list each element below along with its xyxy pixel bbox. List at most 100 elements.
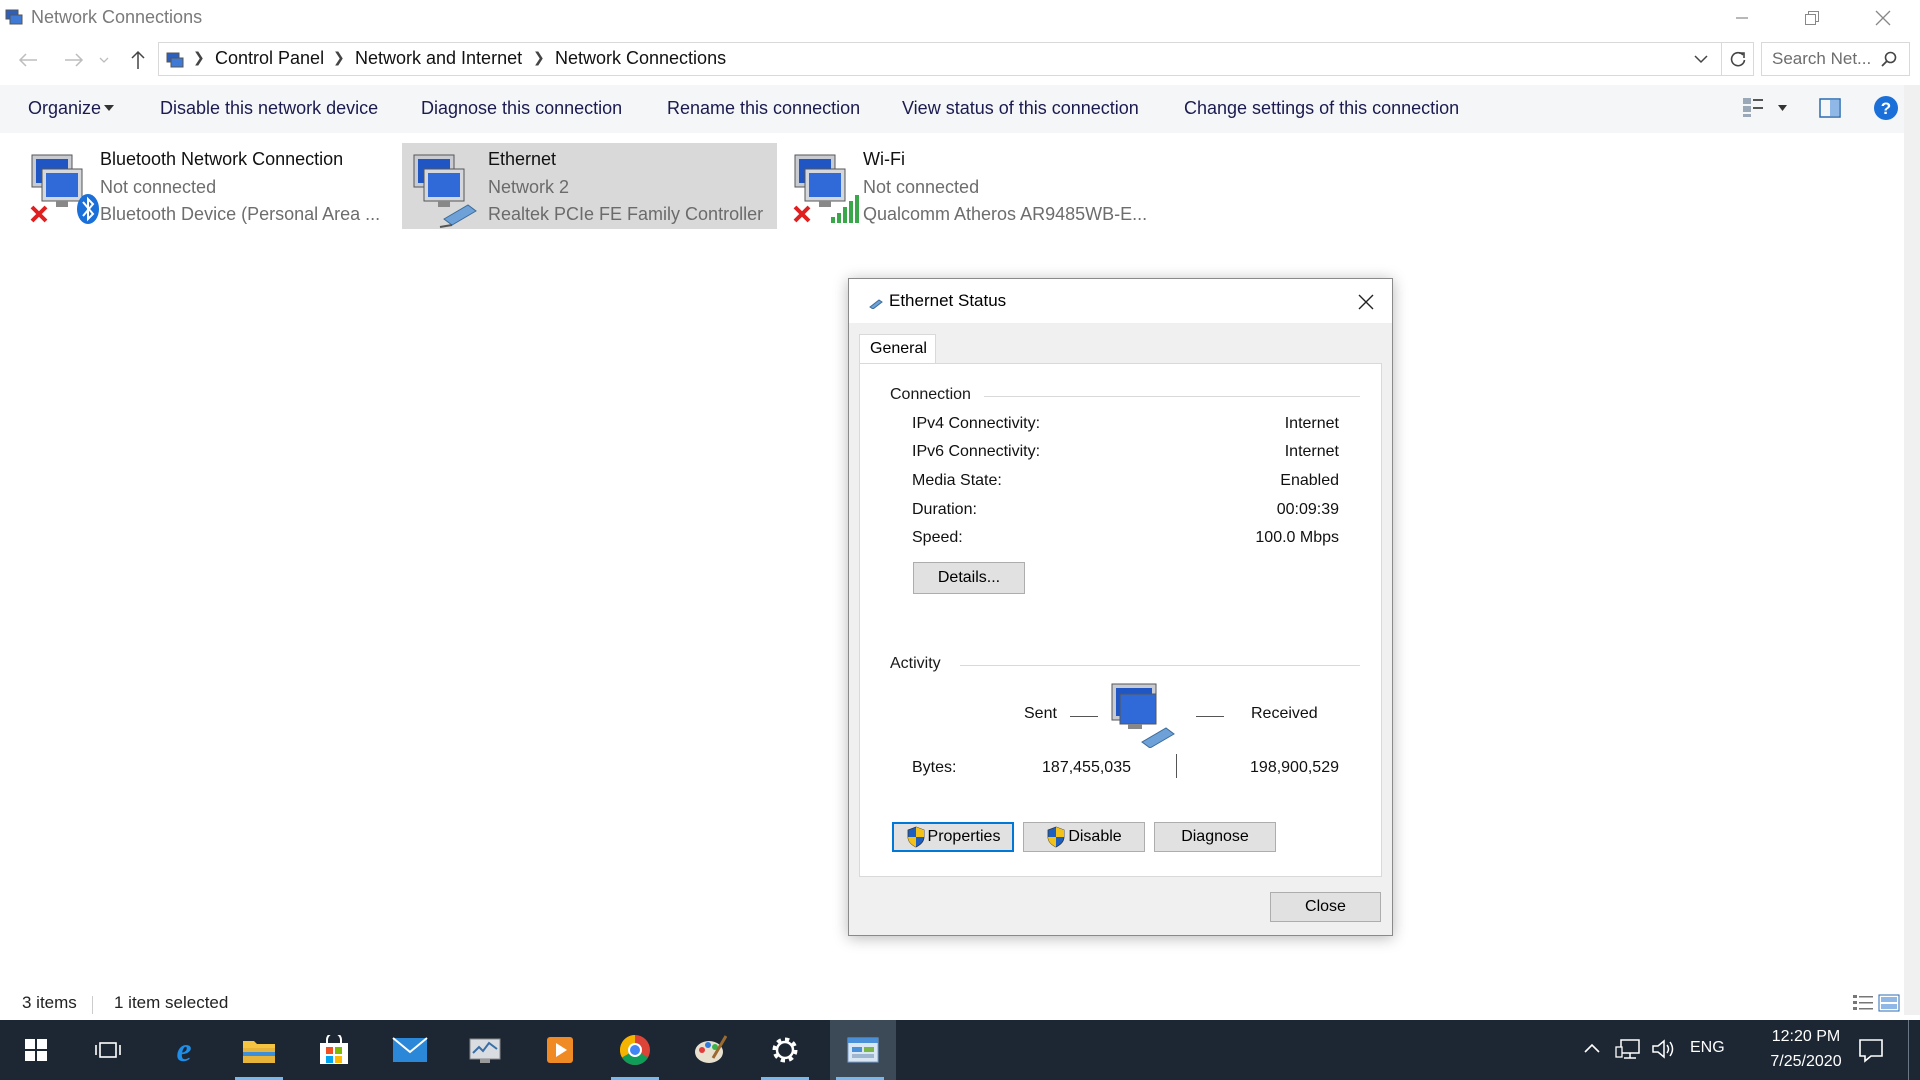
caret-down-icon[interactable]	[104, 105, 114, 111]
taskbar-control-panel[interactable]	[830, 1020, 896, 1080]
clock-time[interactable]: 12:20 PM	[1748, 1028, 1864, 1046]
connection-item-wifi[interactable]: Wi-Fi Not connected Qualcomm Atheros AR9…	[783, 143, 1158, 229]
connection-item-ethernet[interactable]: Ethernet Network 2 Realtek PCIe FE Famil…	[402, 143, 777, 229]
close-icon	[1875, 10, 1891, 26]
close-window-button[interactable]	[1848, 0, 1918, 36]
refresh-button[interactable]	[1722, 42, 1754, 76]
disable-device-button[interactable]: Disable this network device	[160, 98, 378, 119]
taskbar-file-explorer[interactable]	[229, 1020, 289, 1080]
task-view-button[interactable]	[78, 1020, 138, 1080]
caret-down-icon[interactable]	[1778, 105, 1787, 111]
refresh-icon	[1730, 51, 1745, 67]
control-panel-icon	[847, 1037, 879, 1063]
connection-name: Ethernet	[488, 149, 557, 169]
network-status-icon[interactable]	[1615, 1038, 1641, 1060]
close-button[interactable]: Close	[1270, 892, 1381, 922]
search-box[interactable]: Search Net...	[1761, 42, 1910, 76]
diagnose-connection-button[interactable]: Diagnose this connection	[421, 98, 622, 119]
uac-shield-icon	[907, 826, 924, 848]
details-button[interactable]: Details...	[913, 562, 1025, 594]
view-status-button[interactable]: View status of this connection	[902, 98, 1139, 119]
taskbar-mail[interactable]	[380, 1020, 440, 1080]
connection-group-label: Connection	[890, 386, 971, 403]
bytes-divider	[1176, 754, 1177, 778]
sent-line	[1070, 716, 1098, 717]
help-icon[interactable]: ?	[1873, 95, 1899, 121]
taskbar-paint[interactable]	[680, 1020, 740, 1080]
bytes-received-value: 198,900,529	[1250, 759, 1339, 776]
organize-menu[interactable]: Organize	[28, 98, 101, 119]
breadcrumb-network-and-internet[interactable]: Network and Internet	[355, 48, 522, 69]
search-placeholder[interactable]: Search Net...	[1772, 49, 1871, 69]
vertical-scrollbar[interactable]	[1904, 85, 1920, 1015]
svg-text:?: ?	[1881, 99, 1891, 118]
ipv4-label: IPv4 Connectivity:	[912, 415, 1041, 432]
media-state-value: Enabled	[1280, 472, 1339, 489]
taskbar-settings[interactable]	[755, 1020, 815, 1080]
connection-name: Bluetooth Network Connection	[100, 149, 344, 169]
media-player-icon	[547, 1037, 573, 1063]
connection-name: Wi-Fi	[863, 149, 905, 169]
ethernet-cable-icon	[869, 299, 883, 309]
properties-button[interactable]: Properties	[892, 822, 1014, 852]
speed-value: 100.0 Mbps	[1255, 529, 1339, 546]
connection-device: Bluetooth Device (Personal Area ...	[100, 204, 381, 224]
back-button[interactable]	[10, 42, 46, 78]
tiles-view-icon[interactable]	[1878, 993, 1900, 1013]
speed-label: Speed:	[912, 529, 963, 546]
breadcrumb-network-connections[interactable]: Network Connections	[555, 48, 726, 69]
diagnose-button[interactable]: Diagnose	[1154, 822, 1276, 852]
taskbar-store[interactable]	[304, 1020, 364, 1080]
search-icon[interactable]	[1880, 50, 1898, 68]
windows-start-icon	[25, 1039, 47, 1061]
disable-button[interactable]: Disable	[1023, 822, 1145, 852]
taskbar-network-monitor[interactable]	[455, 1020, 515, 1080]
dialog-title-bar[interactable]: Ethernet Status	[849, 279, 1392, 323]
item-count: 3 items	[22, 993, 77, 1012]
network-activity-icon	[1111, 683, 1175, 748]
connection-item-bluetooth[interactable]: Bluetooth Network Connection Not connect…	[20, 143, 395, 229]
close-icon	[1358, 294, 1374, 310]
duration-label: Duration:	[912, 501, 977, 518]
minimize-button[interactable]	[1707, 0, 1777, 36]
arrow-up-icon	[131, 50, 145, 69]
rename-connection-button[interactable]: Rename this connection	[667, 98, 860, 119]
recent-locations-button[interactable]	[92, 42, 116, 78]
dialog-close-button[interactable]	[1353, 289, 1379, 315]
breadcrumb-separator-icon[interactable]: ❯	[193, 49, 205, 66]
disable-label: Disable	[1068, 828, 1122, 845]
chevron-down-icon	[99, 57, 109, 63]
address-bar[interactable]: ❯ Control Panel ❯ Network and Internet ❯…	[158, 42, 1722, 76]
tab-general[interactable]: General	[859, 334, 936, 365]
change-settings-button[interactable]: Change settings of this connection	[1184, 98, 1459, 119]
chevron-up-icon[interactable]	[1584, 1042, 1600, 1054]
view-options-icon[interactable]	[1742, 96, 1764, 118]
mail-icon	[392, 1037, 428, 1062]
network-monitor-icon	[469, 1038, 501, 1063]
action-center-icon[interactable]	[1858, 1037, 1884, 1063]
breadcrumb-separator-icon[interactable]: ❯	[533, 49, 545, 66]
taskbar-edge[interactable]: e	[154, 1020, 214, 1080]
taskbar-media-player[interactable]	[530, 1020, 590, 1080]
store-icon	[320, 1035, 348, 1064]
start-button[interactable]	[6, 1020, 66, 1080]
connection-status: Network 2	[488, 177, 570, 197]
input-language-indicator[interactable]: ENG	[1690, 1039, 1725, 1057]
chevron-down-icon[interactable]	[1693, 51, 1709, 67]
up-button[interactable]	[120, 42, 156, 78]
minimize-icon	[1736, 17, 1748, 19]
connection-device: Realtek PCIe FE Family Controller	[488, 204, 764, 224]
taskbar-chrome[interactable]	[605, 1020, 665, 1080]
details-view-icon[interactable]	[1852, 993, 1874, 1013]
general-tab-panel: Connection IPv4 Connectivity: Internet I…	[859, 363, 1382, 877]
clock-date[interactable]: 7/25/2020	[1748, 1053, 1864, 1071]
show-desktop-button[interactable]	[1909, 1020, 1920, 1080]
arrow-right-icon	[65, 53, 84, 67]
restore-button[interactable]	[1777, 0, 1847, 36]
bytes-label: Bytes:	[912, 759, 957, 776]
forward-button[interactable]	[56, 42, 92, 78]
volume-icon[interactable]	[1651, 1038, 1675, 1060]
breadcrumb-separator-icon[interactable]: ❯	[333, 49, 345, 66]
preview-pane-icon[interactable]	[1819, 98, 1841, 118]
breadcrumb-control-panel[interactable]: Control Panel	[215, 48, 324, 69]
